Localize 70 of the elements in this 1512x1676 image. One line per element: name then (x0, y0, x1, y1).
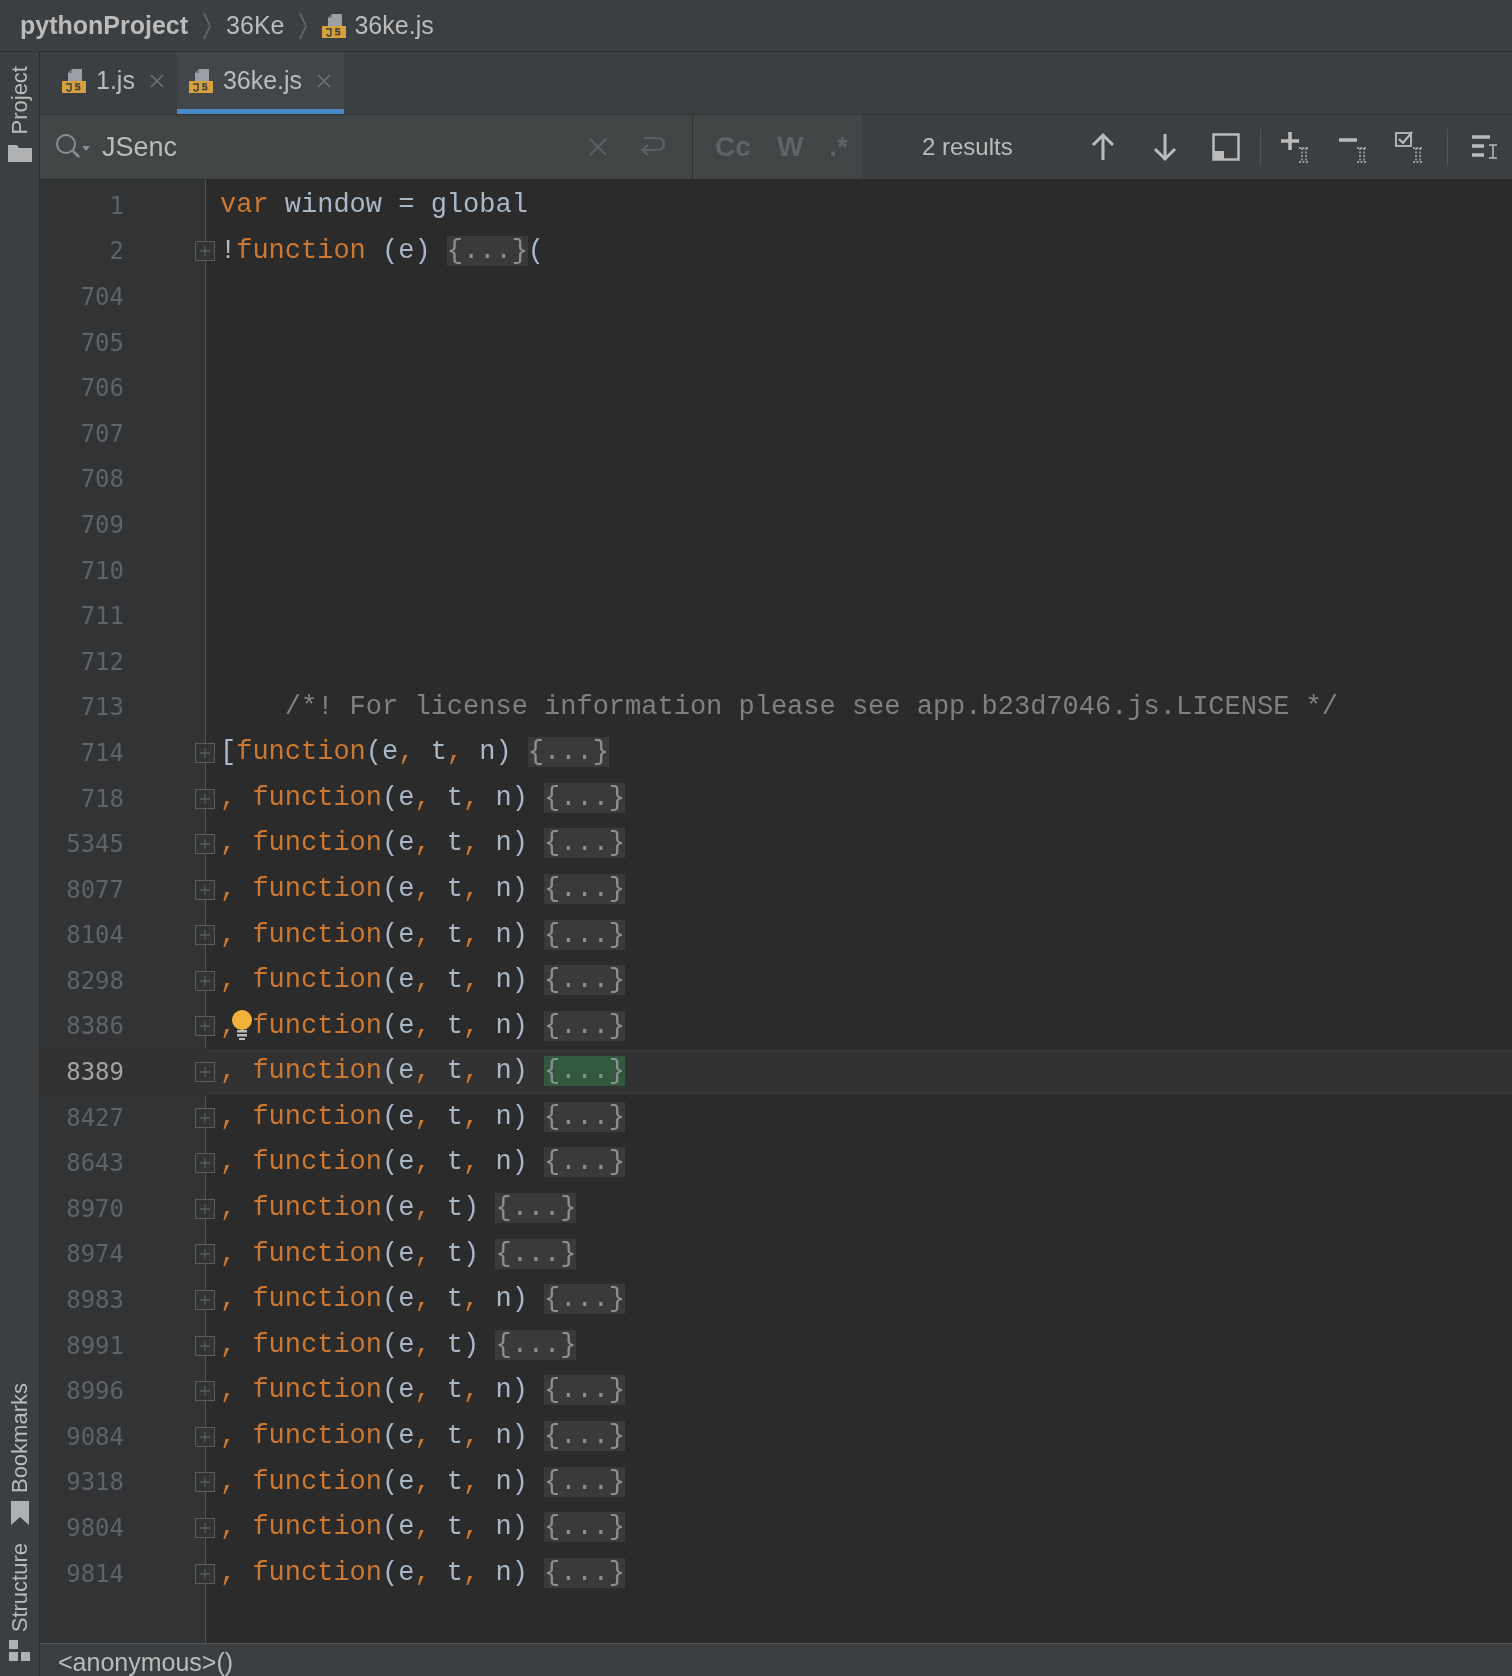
expand-fold-icon[interactable] (195, 1426, 215, 1447)
breadcrumb-item[interactable]: 36Ke (226, 6, 285, 45)
bookmark-icon (10, 1500, 29, 1525)
folder-icon (7, 142, 32, 163)
tool-window-tab[interactable]: Project (3, 66, 36, 135)
expand-fold-icon[interactable] (195, 1290, 215, 1311)
breadcrumb-status: <anonymous>() (58, 1647, 234, 1676)
code-line: , function(e, t, n) {...} (220, 1009, 626, 1043)
code-line: [function(e, t, n) {...} (220, 736, 609, 770)
code-line: , function(e, t, n) {...} (220, 1420, 626, 1454)
js-file-icon (188, 66, 213, 95)
code-line: , function(e, t, n) {...} (220, 1556, 626, 1590)
js-file-icon (322, 11, 347, 40)
structure-icon (8, 1640, 31, 1662)
line-number: 8389 (65, 1057, 124, 1089)
tool-window-tab[interactable]: Bookmarks (3, 1382, 36, 1493)
expand-fold-icon[interactable] (195, 1335, 215, 1356)
clear-icon[interactable] (588, 137, 609, 157)
file-tab[interactable]: 1.js (50, 52, 177, 114)
arrow-up-icon[interactable] (1090, 132, 1116, 162)
code-line: var window = global (220, 189, 528, 222)
code-line: , function(e, t, n) {...} (220, 781, 626, 815)
expand-fold-icon[interactable] (195, 1381, 215, 1402)
expand-fold-icon[interactable] (195, 925, 215, 946)
expand-fold-icon[interactable] (195, 834, 215, 855)
close-icon[interactable] (148, 72, 165, 89)
code-line: !function (e) {...}( (220, 234, 545, 268)
lightbulb-icon[interactable] (232, 1009, 252, 1040)
code-line: , function(e, t, n) {...} (220, 872, 626, 906)
expand-fold-icon[interactable] (195, 1198, 215, 1219)
chevron-icon (202, 10, 213, 41)
breadcrumb-item[interactable]: pythonProject (20, 6, 189, 45)
file-tab[interactable]: 36ke.js (176, 52, 345, 114)
breadcrumb-item[interactable]: 36ke.js (354, 6, 434, 45)
filter-lines-icon[interactable] (1470, 132, 1500, 162)
expand-fold-icon[interactable] (195, 879, 215, 900)
tool-window-tab[interactable]: Structure (3, 1542, 36, 1632)
expand-fold-icon[interactable] (195, 241, 215, 262)
code-line: , function(e, t) {...} (220, 1237, 577, 1271)
code-line: , function(e, t, n) {...} (220, 1511, 626, 1545)
expand-fold-icon[interactable] (195, 1107, 215, 1128)
expand-fold-icon[interactable] (195, 1062, 215, 1083)
results-count: 2 results (922, 132, 1014, 162)
expand-fold-icon[interactable] (195, 1472, 215, 1493)
code-line: /*! For license information please see app.b23d7046.js.LICENSE */ (283, 690, 1338, 724)
code-line: , function(e, t, n) {...} (220, 1283, 626, 1317)
js-file-icon (62, 66, 86, 95)
code-line: , function(e, t, n) {...} (220, 827, 626, 861)
window-icon[interactable] (1212, 133, 1240, 161)
code-line: , function(e, t, n) {...} (220, 1465, 626, 1499)
close-icon[interactable] (316, 72, 333, 89)
code-line: , function(e, t, n) {...} (220, 964, 626, 998)
chevron-icon (298, 10, 309, 41)
add-occurrence-icon[interactable] (1281, 130, 1311, 164)
code-line: , function(e, t, n) {...} (220, 1100, 626, 1134)
arrow-down-icon[interactable] (1152, 132, 1178, 162)
code-line: , function(e, t, n) {...} (220, 1055, 626, 1089)
expand-fold-icon[interactable] (195, 1244, 215, 1265)
expand-fold-icon[interactable] (195, 1518, 215, 1538)
code-line: , function(e, t) {...} (220, 1328, 577, 1362)
expand-fold-icon[interactable] (195, 970, 215, 991)
expand-fold-icon[interactable] (195, 1153, 215, 1174)
expand-fold-icon[interactable] (195, 1563, 215, 1584)
code-line: , function(e, t, n) {...} (220, 1374, 626, 1408)
code-line: , function(e, t, n) {...} (220, 1146, 626, 1180)
code-line: , function(e, t, n) {...} (220, 918, 626, 952)
expand-fold-icon[interactable] (195, 1016, 215, 1037)
expand-fold-icon[interactable] (195, 742, 215, 763)
code-line: , function(e, t) {...} (220, 1192, 577, 1226)
expand-fold-icon[interactable] (195, 788, 215, 809)
